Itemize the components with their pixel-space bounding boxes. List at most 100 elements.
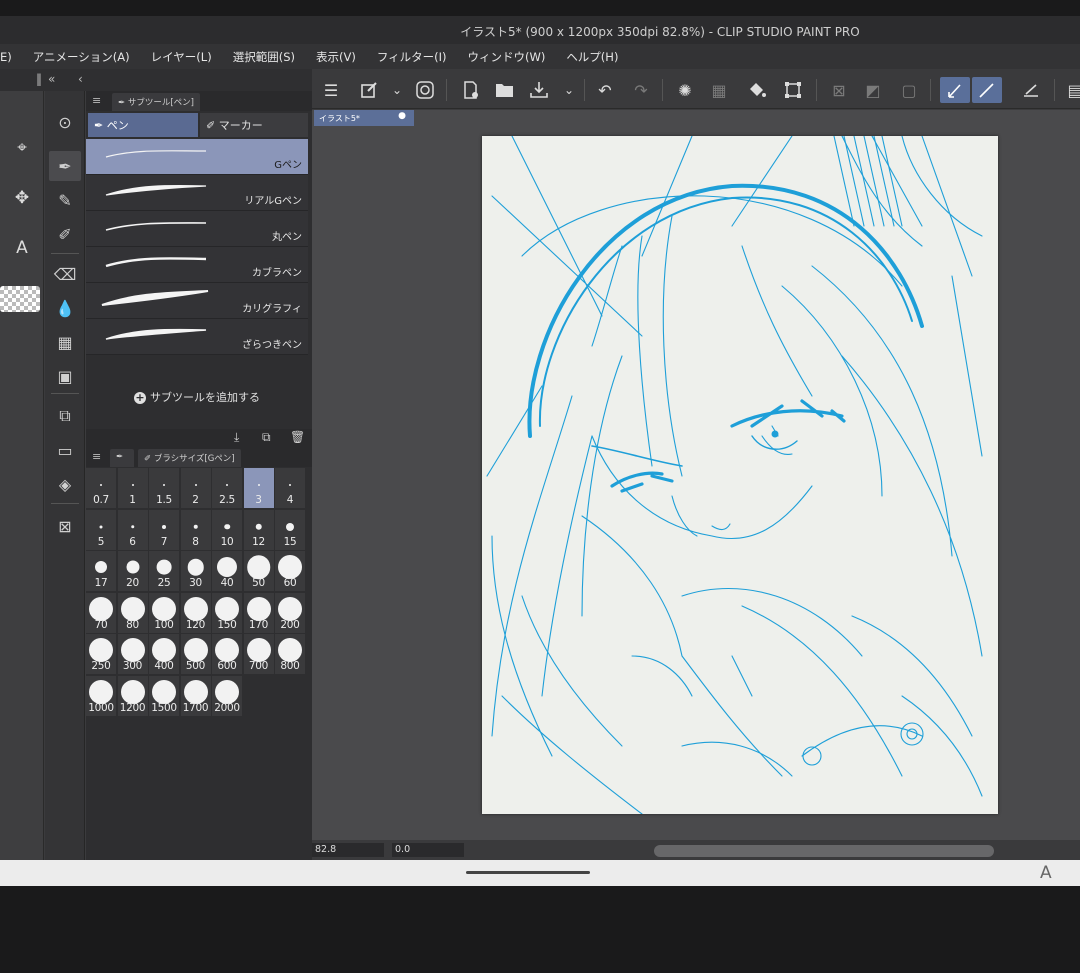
panel-icon[interactable]: ▤ bbox=[1062, 77, 1080, 103]
chevron-down-icon[interactable]: ⌄ bbox=[556, 77, 582, 103]
collapse-right-button[interactable]: ‹ bbox=[78, 72, 83, 86]
brush-size-cell[interactable]: 1700 bbox=[180, 675, 211, 716]
chevron-down-icon[interactable]: ⌄ bbox=[384, 77, 410, 103]
close-panel-icon[interactable]: ⊠ bbox=[49, 511, 81, 541]
subtool-panel-tab[interactable]: ✒ サブツール[ペン] bbox=[112, 93, 200, 111]
brush-item-kabura-pen[interactable]: カブラペン bbox=[86, 247, 308, 283]
eraser-icon[interactable]: ⌫ bbox=[49, 259, 81, 289]
save-icon[interactable] bbox=[526, 77, 552, 103]
group-tab-pen[interactable]: ✒ ペン bbox=[88, 113, 198, 137]
brush-size-cell[interactable]: 150 bbox=[212, 592, 242, 633]
brush-size-cell[interactable]: 600 bbox=[212, 634, 242, 674]
brush-item-calligraphy[interactable]: カリグラフィ bbox=[86, 283, 308, 319]
rotation-field[interactable]: 0.0 bbox=[392, 843, 464, 857]
tool-property-tab[interactable]: ✒ bbox=[110, 449, 134, 467]
brush-size-cell[interactable]: 300 bbox=[117, 634, 148, 674]
transparent-color-swatch[interactable] bbox=[0, 286, 40, 312]
import-icon[interactable]: ⤓ bbox=[234, 430, 239, 445]
brush-size-cell[interactable]: 500 bbox=[180, 634, 211, 674]
canvas-artwork[interactable] bbox=[482, 135, 998, 815]
brush-size-cell[interactable]: 30 bbox=[180, 551, 211, 591]
brush-size-cell[interactable]: 800 bbox=[275, 634, 305, 674]
brush-size-cell[interactable]: 250 bbox=[86, 634, 116, 674]
brush-size-cell[interactable]: 5 bbox=[86, 509, 116, 550]
menu-animation[interactable]: アニメーション(A) bbox=[33, 49, 130, 65]
pencil-icon[interactable]: ✎ bbox=[49, 185, 81, 215]
brush-size-cell[interactable]: 12 bbox=[243, 509, 274, 550]
collapse-left-button[interactable]: « bbox=[48, 72, 55, 86]
brush-size-cell[interactable]: 0.7 bbox=[86, 468, 116, 508]
brush-size-cell[interactable]: 6 bbox=[117, 509, 148, 550]
layers-stack-icon[interactable]: ⧉ bbox=[49, 401, 81, 431]
brush-size-cell[interactable]: 50 bbox=[243, 551, 274, 591]
canvas-area[interactable]: イラスト5* ● bbox=[312, 110, 1080, 851]
brush-size-cell[interactable]: 120 bbox=[180, 592, 211, 633]
menu-edit-partial[interactable]: E) bbox=[0, 50, 12, 64]
brush-size-cell[interactable]: 2000 bbox=[212, 675, 242, 716]
move-icon[interactable]: ✥ bbox=[0, 185, 44, 211]
brush-size-cell[interactable]: 1 bbox=[117, 468, 148, 508]
brush-size-cell[interactable]: 1500 bbox=[149, 675, 179, 716]
brush-size-cell[interactable]: 25 bbox=[149, 551, 179, 591]
group-tab-marker[interactable]: ✐ マーカー bbox=[200, 113, 308, 137]
brush-size-cell[interactable]: 60 bbox=[275, 551, 305, 591]
zoom-icon[interactable]: ⊙ bbox=[49, 107, 81, 137]
menu-filter[interactable]: フィルター(I) bbox=[377, 49, 447, 65]
layer-property-icon[interactable] bbox=[356, 77, 382, 103]
brush-size-cell[interactable]: 20 bbox=[117, 551, 148, 591]
brush-size-cell[interactable]: 2.5 bbox=[212, 468, 242, 508]
menu-icon[interactable]: ☰ bbox=[318, 77, 344, 103]
brush-size-cell[interactable]: 17 bbox=[86, 551, 116, 591]
brush-item-gpen[interactable]: Gペン bbox=[86, 139, 308, 175]
brush-size-cell[interactable]: 200 bbox=[275, 592, 305, 633]
layers-icon[interactable]: ◈ bbox=[49, 469, 81, 499]
menu-layer[interactable]: レイヤー(L) bbox=[151, 49, 212, 65]
brush-size-cell[interactable]: 700 bbox=[243, 634, 274, 674]
frame-icon[interactable]: ▭ bbox=[49, 435, 81, 465]
trash-icon[interactable]: 🗑 bbox=[290, 430, 305, 444]
home-indicator[interactable] bbox=[466, 871, 590, 874]
pattern-icon[interactable]: ▦ bbox=[49, 327, 81, 357]
brush-item-zaratsuki-pen[interactable]: ざらつきペン bbox=[86, 319, 308, 355]
brush-size-cell[interactable]: 15 bbox=[275, 509, 305, 550]
transform-icon[interactable] bbox=[780, 77, 806, 103]
new-canvas-icon[interactable] bbox=[458, 77, 484, 103]
document-tab[interactable]: イラスト5* ● bbox=[314, 110, 414, 126]
film-icon[interactable]: ▣ bbox=[49, 361, 81, 391]
brush-item-real-gpen[interactable]: リアルGペン bbox=[86, 175, 308, 211]
brush-size-cell[interactable]: 1000 bbox=[86, 675, 116, 716]
square-icon[interactable]: ▢ bbox=[896, 77, 922, 103]
menu-help[interactable]: ヘルプ(H) bbox=[566, 49, 618, 65]
clear-icon[interactable]: ▦ bbox=[706, 77, 732, 103]
pen-icon[interactable]: ✒ bbox=[49, 151, 81, 181]
brush-size-cell[interactable]: 70 bbox=[86, 592, 116, 633]
horizontal-scrollbar[interactable] bbox=[654, 845, 994, 857]
brush-size-cell[interactable]: 100 bbox=[149, 592, 179, 633]
loading-icon[interactable]: ✺ bbox=[672, 77, 698, 103]
ruler-snap-icon[interactable] bbox=[940, 77, 970, 103]
brush-size-cell[interactable]: 1200 bbox=[117, 675, 148, 716]
text-icon[interactable]: A bbox=[0, 235, 44, 261]
close-icon[interactable]: ● bbox=[398, 111, 406, 121]
brush-size-tab[interactable]: ✐ ブラシサイズ[Gペン] bbox=[138, 449, 241, 467]
brush-size-cell[interactable]: 10 bbox=[212, 509, 242, 550]
brush-size-cell[interactable]: 170 bbox=[243, 592, 274, 633]
brush-size-cell[interactable]: 40 bbox=[212, 551, 242, 591]
panel-menu-icon[interactable]: ≡ bbox=[92, 450, 101, 463]
fill-icon[interactable] bbox=[744, 77, 770, 103]
brush-size-cell[interactable]: 1.5 bbox=[149, 468, 179, 508]
panel-menu-icon[interactable]: ≡ bbox=[92, 94, 101, 107]
brush-size-cell[interactable]: 2 bbox=[180, 468, 211, 508]
blend-icon[interactable]: 💧 bbox=[49, 293, 81, 323]
spiral-icon[interactable] bbox=[412, 77, 438, 103]
undo-icon[interactable]: ↶ bbox=[592, 77, 618, 103]
menu-selection[interactable]: 選択範囲(S) bbox=[233, 49, 295, 65]
menu-window[interactable]: ウィンドウ(W) bbox=[467, 49, 545, 65]
brush-icon[interactable]: ✐ bbox=[49, 219, 81, 249]
no-select-icon[interactable]: ⊠ bbox=[826, 77, 852, 103]
redo-icon[interactable]: ↷ bbox=[628, 77, 654, 103]
brush-size-cell[interactable]: 80 bbox=[117, 592, 148, 633]
brush-size-cell[interactable]: 400 bbox=[149, 634, 179, 674]
brush-size-cell[interactable]: 3 bbox=[243, 468, 274, 508]
lasso-icon[interactable]: ⌖ bbox=[0, 135, 44, 161]
